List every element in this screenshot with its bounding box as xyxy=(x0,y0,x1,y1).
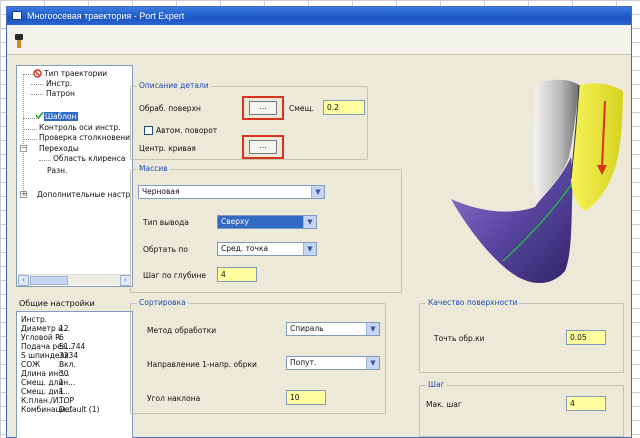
tree-connector xyxy=(31,94,43,95)
chevron-down-icon[interactable]: ▼ xyxy=(366,357,379,369)
part-description-group: Описание детали Обраб. поверхн ... Смещ.… xyxy=(130,81,368,160)
list-item: Диаметр и... 12 xyxy=(21,324,71,333)
tree-item-clearance-area[interactable]: Область клиренса xyxy=(53,154,125,163)
chevron-down-icon[interactable]: ▼ xyxy=(366,323,379,335)
tree-item-holder[interactable]: Патрон xyxy=(46,89,75,98)
tree-item-collision-check[interactable]: Проверка столкновени xyxy=(39,133,130,142)
group-title: Сортировка xyxy=(137,298,188,307)
tree-item-template[interactable]: Шаблон xyxy=(44,112,78,121)
direction-value: Попут. xyxy=(290,358,317,367)
surface-label: Обраб. поверхн xyxy=(139,104,201,113)
surface-browse-button[interactable]: ... xyxy=(249,101,277,115)
mass-group: Массив Черновая ▼ Тип вывода Сверху ▼ Об… xyxy=(130,164,402,293)
window-title: Многоосевая траектория - Port Expert xyxy=(27,11,185,21)
chevron-down-icon[interactable]: ▼ xyxy=(303,243,316,255)
tilt-angle-label: Угол наклона xyxy=(147,394,201,403)
check-icon xyxy=(35,111,44,119)
expand-icon[interactable]: − xyxy=(20,145,27,152)
dialog-window: Многоосевая траектория - Port Expert Тип… xyxy=(6,6,632,438)
machining-mode-select[interactable]: Черновая ▼ xyxy=(138,185,325,199)
method-value: Спираль xyxy=(290,324,324,333)
method-select[interactable]: Спираль ▼ xyxy=(286,322,380,336)
center-curve-label: Центр. кривая xyxy=(139,144,196,153)
expand-icon[interactable]: + xyxy=(20,191,27,198)
tree-item-tool[interactable]: Инстр. xyxy=(46,79,72,88)
tree-connector xyxy=(23,129,37,130)
parameter-tree: Тип траектории Инстр. Патрон Шаблон Конт… xyxy=(16,65,133,287)
tree-item-links[interactable]: Переходы xyxy=(39,144,79,153)
center-curve-browse-button[interactable]: ... xyxy=(249,140,277,154)
horizontal-scrollbar[interactable]: ‹ › xyxy=(18,274,131,286)
tree-connector xyxy=(31,84,43,85)
tree-item-misc[interactable]: Разн. xyxy=(47,166,67,175)
auto-rotate-checkbox[interactable] xyxy=(144,126,153,135)
list-item: S шпинделя 3234 xyxy=(21,351,79,360)
title-bar: Многоосевая траектория - Port Expert xyxy=(7,7,631,25)
scroll-left-icon[interactable]: ‹ xyxy=(18,275,29,286)
auto-rotate-label: Автом. поворот xyxy=(156,126,218,135)
list-item: Подача рез... 51.744 xyxy=(21,342,86,351)
toolbar xyxy=(7,25,631,55)
list-item: Длина инс... 30 xyxy=(21,369,70,378)
tree-item-extra-settings[interactable]: Дополнительные настр xyxy=(37,190,130,199)
list-item: Комбинаци... Default (1) xyxy=(21,405,100,414)
general-settings-title: Общие настройки xyxy=(19,299,95,308)
general-settings-list: Инстр. Диаметр и... 12 Угловой R6 Подача … xyxy=(16,311,133,438)
list-item: Угловой R6 xyxy=(21,333,64,342)
accuracy-label: Точть обр.ки xyxy=(434,334,485,343)
list-item: Инстр. xyxy=(21,315,48,324)
depth-step-field[interactable]: 4 xyxy=(217,267,257,282)
direction-select[interactable]: Попут. ▼ xyxy=(286,356,380,370)
list-item: СОЖ Вкл. xyxy=(21,360,76,369)
list-item: Смещ. диа... 1 xyxy=(21,387,71,396)
machining-mode-value: Черновая xyxy=(142,187,180,196)
output-type-value: Сверху xyxy=(221,217,249,226)
output-type-select[interactable]: Сверху ▼ xyxy=(217,215,317,229)
tilt-angle-field[interactable]: 10 xyxy=(286,390,326,405)
tree-item-axis-control[interactable]: Контроль оси инстр. xyxy=(39,123,121,132)
output-type-label: Тип вывода xyxy=(143,218,189,227)
offset-field[interactable]: 0.2 xyxy=(323,100,365,115)
max-step-field[interactable]: 4 xyxy=(566,396,606,411)
round-by-value: Сред. точка xyxy=(221,244,269,253)
accuracy-field[interactable]: 0.05 xyxy=(566,330,606,345)
group-title: Описание детали xyxy=(137,81,211,90)
chevron-down-icon[interactable]: ▼ xyxy=(311,186,324,198)
surface-quality-group: Качество поверхности Точть обр.ки 0.05 xyxy=(419,298,624,373)
tree-connector xyxy=(23,74,24,196)
chevron-down-icon[interactable]: ▼ xyxy=(303,216,316,228)
stop-icon xyxy=(33,69,42,78)
step-group: Шаг Мак. шаг 4 xyxy=(419,380,624,437)
direction-label: Направление 1-напр. обрки xyxy=(147,360,257,369)
group-title: Массив xyxy=(137,164,170,173)
part-model-image xyxy=(451,79,623,284)
offset-label: Смещ. xyxy=(289,104,314,113)
window-icon xyxy=(12,11,22,20)
list-item: К.план./И... TOP xyxy=(21,396,75,405)
round-by-label: Обртать по xyxy=(143,245,188,254)
list-item: Смещ. длин... 1 xyxy=(21,378,76,387)
group-title: Шаг xyxy=(426,380,447,389)
sort-group: Сортировка Метод обработки Спираль ▼ Нап… xyxy=(130,298,386,414)
method-label: Метод обработки xyxy=(147,326,217,335)
tree-connector xyxy=(23,139,37,140)
tree-item-trajectory-type[interactable]: Тип траектории xyxy=(44,69,107,78)
depth-step-label: Шаг по глубине xyxy=(143,271,207,280)
part-preview-viewport[interactable] xyxy=(447,71,629,307)
max-step-label: Мак. шаг xyxy=(426,400,462,409)
tree-connector xyxy=(39,160,51,161)
tool-holder-icon[interactable] xyxy=(15,34,23,48)
round-by-select[interactable]: Сред. точка ▼ xyxy=(217,242,317,256)
scroll-thumb[interactable] xyxy=(30,276,68,285)
